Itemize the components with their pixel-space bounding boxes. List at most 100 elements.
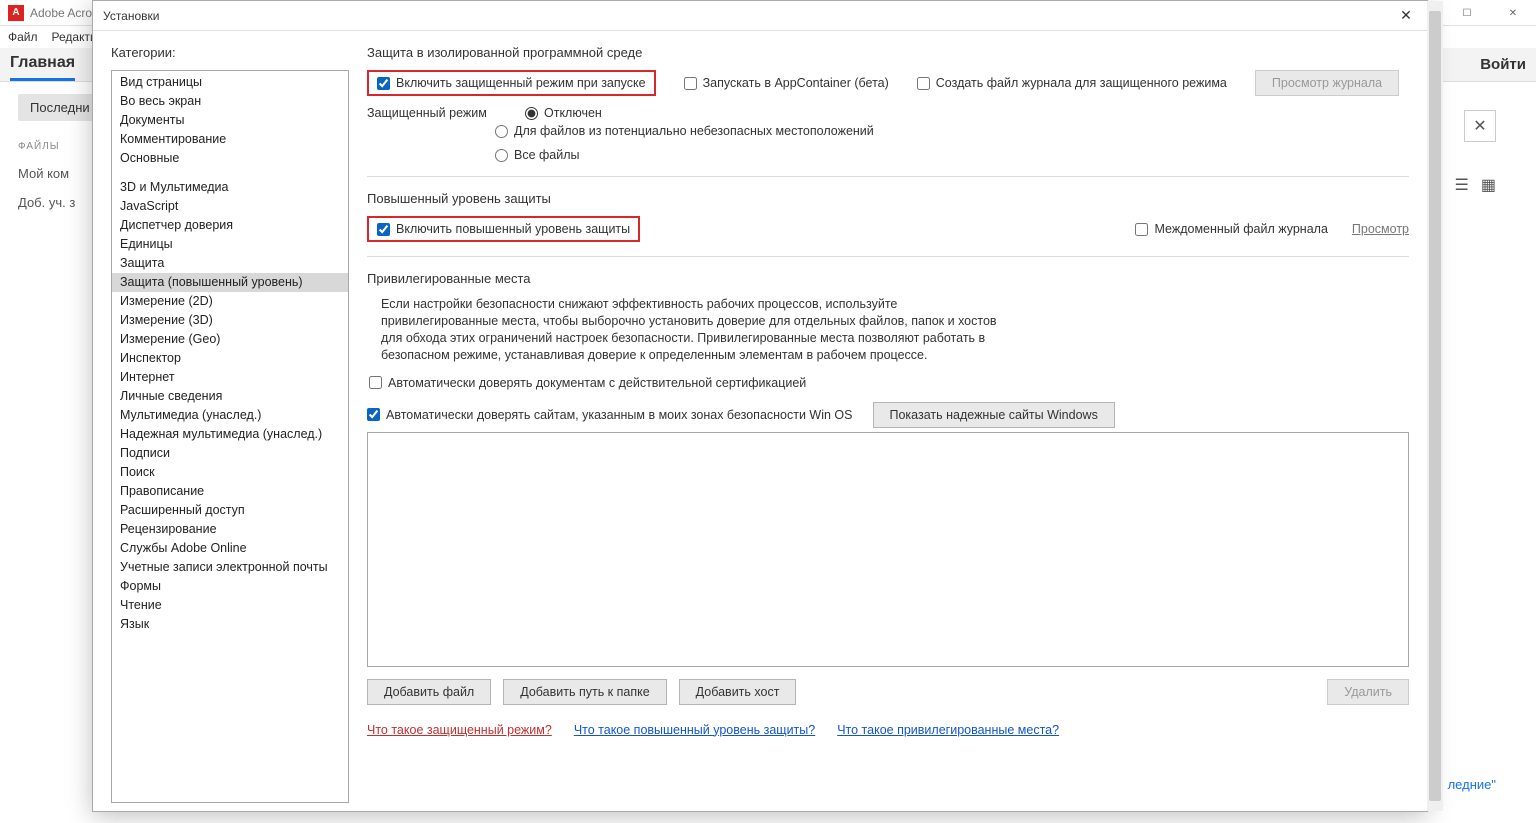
add-folder-button[interactable]: Добавить путь к папке (503, 679, 666, 705)
trust-cert-input[interactable] (369, 376, 382, 389)
category-item[interactable]: Формы (112, 577, 348, 596)
category-item[interactable]: Правописание (112, 482, 348, 501)
category-item[interactable]: Защита (повышенный уровень) (112, 273, 348, 292)
add-file-button[interactable]: Добавить файл (367, 679, 491, 705)
crossdomain-log-checkbox[interactable]: Междоменный файл журнала (1135, 222, 1327, 236)
category-item[interactable]: Интернет (112, 368, 348, 387)
menu-edit[interactable]: Редакти (52, 30, 97, 44)
radio-off-label: Отключен (544, 106, 602, 120)
category-item[interactable]: Защита (112, 254, 348, 273)
protected-mode-label: Включить защищенный режим при запуске (396, 76, 646, 90)
app-title: Adobe Acro (30, 6, 92, 20)
add-host-button[interactable]: Добавить хост (679, 679, 797, 705)
enhanced-security-checkbox[interactable]: Включить повышенный уровень защиты (367, 216, 640, 242)
category-item[interactable]: Подписи (112, 444, 348, 463)
category-item[interactable]: Надежная мультимедиа (унаслед.) (112, 425, 348, 444)
category-item[interactable]: Чтение (112, 596, 348, 615)
menu-file[interactable]: Файл (8, 30, 38, 44)
category-item[interactable]: Расширенный доступ (112, 501, 348, 520)
protected-mode-row: Защищенный режим Отключен (367, 106, 1409, 120)
protected-mode-label2: Защищенный режим (367, 106, 497, 120)
privileged-buttons: Добавить файл Добавить путь к папке Доба… (367, 679, 1409, 705)
maximize-button[interactable]: ☐ (1444, 0, 1490, 26)
category-item[interactable]: Во весь экран (112, 92, 348, 111)
recent-tag: ледние" (1448, 777, 1496, 792)
category-item[interactable]: Мультимедиа (унаслед.) (112, 406, 348, 425)
category-item[interactable]: Комментирование (112, 130, 348, 149)
category-item[interactable]: Службы Adobe Online (112, 539, 348, 558)
sandbox-row1: Включить защищенный режим при запуске За… (367, 70, 1409, 96)
link-protected-mode[interactable]: Что такое защищенный режим? (367, 723, 552, 737)
appcontainer-input[interactable] (684, 77, 697, 90)
trust-sites-checkbox[interactable]: Автоматически доверять сайтам, указанным… (367, 408, 853, 422)
settings-content: Защита в изолированной программной среде… (349, 45, 1409, 803)
protected-mode-checkbox[interactable]: Включить защищенный режим при запуске (367, 70, 656, 96)
category-item[interactable]: Единицы (112, 235, 348, 254)
view-log-button[interactable]: Просмотр журнала (1255, 70, 1399, 96)
create-logfile-label: Создать файл журнала для защищенного реж… (936, 76, 1227, 90)
divider (367, 176, 1409, 177)
radio-unsafe-input[interactable] (495, 125, 508, 138)
radio-off[interactable]: Отключен (525, 106, 602, 120)
categories-listbox[interactable]: Вид страницыВо весь экранДокументыКоммен… (111, 70, 349, 803)
tab-home[interactable]: Главная (10, 48, 75, 81)
list-view-icon[interactable]: ☰ (1455, 175, 1469, 195)
dialog-titlebar: Установки ✕ (93, 1, 1427, 31)
enhanced-security-label: Включить повышенный уровень защиты (396, 222, 630, 236)
category-item[interactable]: Рецензирование (112, 520, 348, 539)
recent-button[interactable]: Последни (18, 94, 102, 121)
protected-mode-input[interactable] (377, 77, 390, 90)
category-item[interactable]: Измерение (Geo) (112, 330, 348, 349)
crossdomain-log-input[interactable] (1135, 223, 1148, 236)
category-item[interactable]: Язык (112, 615, 348, 634)
category-item[interactable]: Личные сведения (112, 387, 348, 406)
category-item[interactable]: Инспектор (112, 349, 348, 368)
trust-sites-row: Автоматически доверять сайтам, указанным… (367, 402, 1409, 428)
category-item[interactable]: Диспетчер доверия (112, 216, 348, 235)
categories-column: Категории: Вид страницыВо весь экранДоку… (111, 45, 349, 803)
radio-off-input[interactable] (525, 107, 538, 120)
close-document-button[interactable]: ✕ (1464, 110, 1496, 142)
crossdomain-log-label: Междоменный файл журнала (1154, 222, 1327, 236)
category-item[interactable]: Основные (112, 149, 348, 168)
radio-unsafe-label: Для файлов из потенциально небезопасных … (514, 124, 874, 138)
trust-cert-label: Автоматически доверять документам с дейс… (388, 376, 806, 390)
login-button[interactable]: Войти (1480, 56, 1526, 73)
category-item[interactable]: Поиск (112, 463, 348, 482)
category-item[interactable]: Вид страницы (112, 73, 348, 92)
appcontainer-checkbox[interactable]: Запускать в AppContainer (бета) (684, 76, 889, 90)
trust-sites-input[interactable] (367, 408, 380, 421)
category-item[interactable]: JavaScript (112, 197, 348, 216)
dialog-close-button[interactable]: ✕ (1391, 4, 1421, 28)
show-trusted-sites-button[interactable]: Показать надежные сайты Windows (873, 402, 1115, 428)
category-item[interactable]: 3D и Мультимедиа (112, 178, 348, 197)
radio-all-input[interactable] (495, 149, 508, 162)
adobe-logo-icon: A (8, 5, 24, 21)
radio-unsafe[interactable]: Для файлов из потенциально небезопасных … (495, 124, 1409, 138)
link-privileged-locations[interactable]: Что такое привилегированные места? (837, 723, 1059, 737)
create-logfile-input[interactable] (917, 77, 930, 90)
category-item[interactable]: Учетные записи электронной почты (112, 558, 348, 577)
category-item[interactable]: Измерение (2D) (112, 292, 348, 311)
category-item[interactable]: Документы (112, 111, 348, 130)
divider (367, 256, 1409, 257)
category-item[interactable]: Измерение (3D) (112, 311, 348, 330)
create-logfile-checkbox[interactable]: Создать файл журнала для защищенного реж… (917, 76, 1227, 90)
view-crosslog-link[interactable]: Просмотр (1352, 222, 1409, 236)
preferences-dialog: Установки ✕ Категории: Вид страницыВо ве… (92, 0, 1428, 812)
grid-view-icon[interactable]: ▦ (1481, 175, 1496, 195)
dialog-body: Категории: Вид страницыВо весь экранДоку… (93, 31, 1427, 811)
radio-all-label: Все файлы (514, 148, 580, 162)
privileged-description: Если настройки безопасности снижают эффе… (381, 296, 1001, 364)
link-enhanced-security[interactable]: Что такое повышенный уровень защиты? (574, 723, 815, 737)
view-toggle: ☰ ▦ (1455, 175, 1496, 195)
trust-sites-label: Автоматически доверять сайтам, указанным… (386, 408, 853, 422)
radio-all[interactable]: Все файлы (495, 148, 1409, 162)
delete-button[interactable]: Удалить (1327, 679, 1409, 705)
privileged-listbox[interactable] (367, 432, 1409, 667)
trust-cert-checkbox[interactable]: Автоматически доверять документам с дейс… (369, 376, 1409, 390)
dialog-title: Установки (103, 9, 159, 23)
appcontainer-label: Запускать в AppContainer (бета) (703, 76, 889, 90)
enhanced-security-input[interactable] (377, 223, 390, 236)
close-window-button[interactable]: ✕ (1490, 0, 1536, 26)
